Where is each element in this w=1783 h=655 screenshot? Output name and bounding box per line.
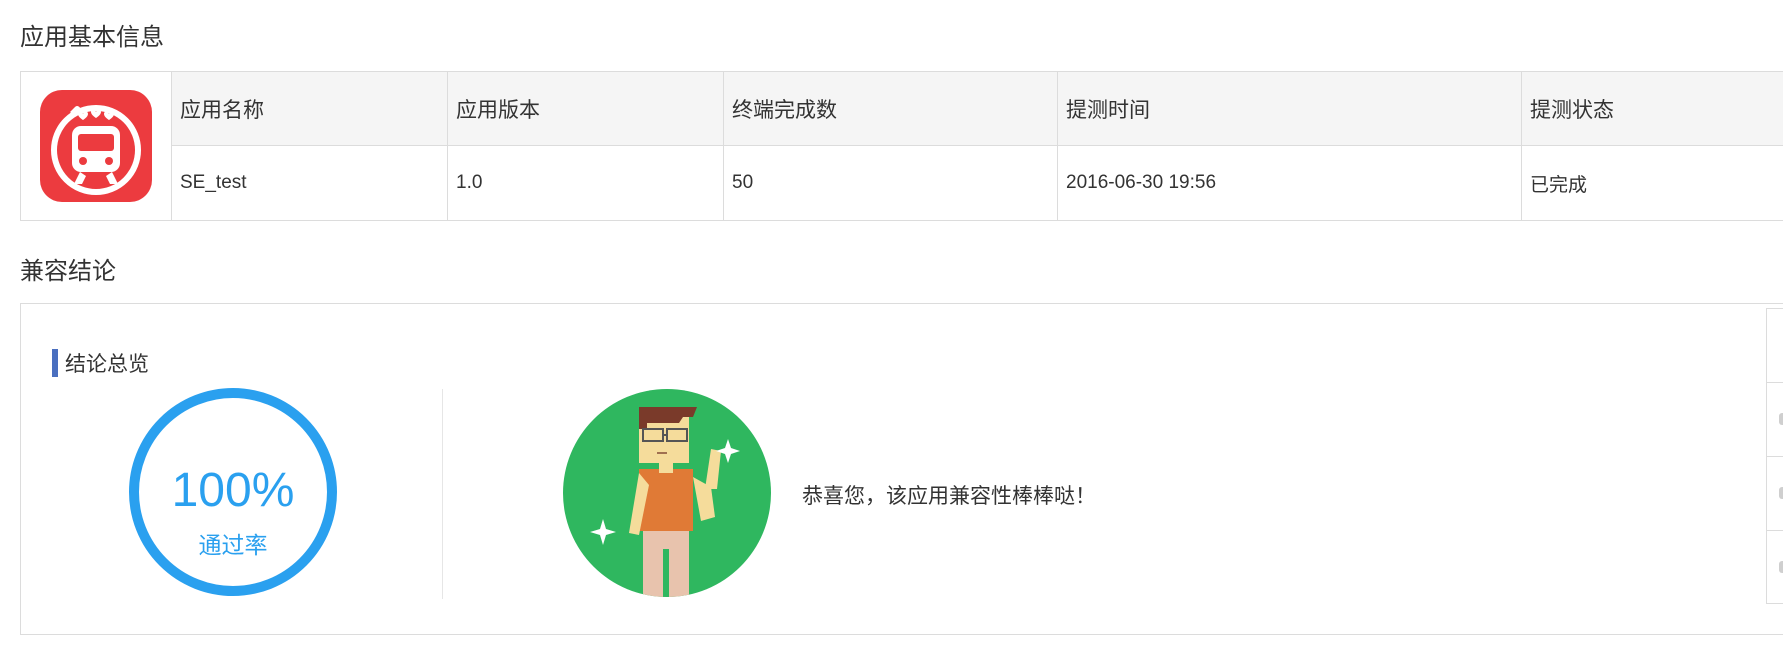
value-submit-status: 已完成 (1530, 174, 1588, 196)
app-info-table: 应用名称 SE_test 应用版本 1.0 终端完成数 50 提测时间 2016… (20, 71, 1783, 221)
side-toolbar-item[interactable] (1767, 531, 1783, 605)
section-title-basic-info: 应用基本信息 (20, 24, 164, 51)
conclusion-panel: 结论总览 100% 通过率 恭喜您，该应用兼容性棒棒哒！ (20, 303, 1783, 635)
side-toolbar-item[interactable] (1767, 309, 1783, 383)
page: 应用基本信息 应用名称 SE_test 应用版本 1.0 终端完成数 50 提测… (0, 0, 1783, 655)
header-app-name: 应用名称 (172, 72, 447, 146)
pass-rate-value: 100% (171, 464, 295, 517)
header-app-version: 应用版本 (448, 72, 723, 146)
section-title-compat: 兼容结论 (20, 258, 116, 285)
congrats-message: 恭喜您，该应用兼容性棒棒哒！ (802, 485, 1096, 508)
info-columns: 应用名称 SE_test 应用版本 1.0 终端完成数 50 提测时间 2016… (172, 72, 1783, 220)
divider (442, 389, 443, 599)
pass-rate-label: 通过率 (198, 532, 268, 558)
col-app-version: 应用版本 1.0 (448, 72, 724, 220)
value-app-version: 1.0 (456, 172, 483, 193)
thumbs-up-man-icon (563, 389, 771, 597)
value-app-name: SE_test (180, 172, 247, 193)
app-icon-cell (21, 72, 172, 220)
header-submit-time: 提测时间 (1058, 72, 1521, 146)
toolbar-icon (1779, 413, 1783, 425)
col-app-name: 应用名称 SE_test (172, 72, 448, 220)
accent-bar (52, 349, 58, 377)
subway-train-icon (40, 90, 152, 202)
conclusion-subtitle-text: 结论总览 (65, 353, 149, 376)
conclusion-subtitle: 结论总览 (52, 349, 149, 377)
col-devices-done: 终端完成数 50 (724, 72, 1058, 220)
value-devices-done: 50 (732, 172, 754, 193)
toolbar-icon (1779, 561, 1783, 573)
col-submit-status: 提测状态 已完成 (1522, 72, 1783, 220)
toolbar-icon (1779, 487, 1783, 499)
header-submit-status: 提测状态 (1522, 72, 1783, 146)
side-toolbar[interactable] (1766, 308, 1783, 604)
header-devices-done: 终端完成数 (724, 72, 1057, 146)
col-submit-time: 提测时间 2016-06-30 19:56 (1058, 72, 1522, 220)
side-toolbar-item[interactable] (1767, 383, 1783, 457)
value-submit-time: 2016-06-30 19:56 (1066, 172, 1217, 193)
side-toolbar-item[interactable] (1767, 457, 1783, 531)
